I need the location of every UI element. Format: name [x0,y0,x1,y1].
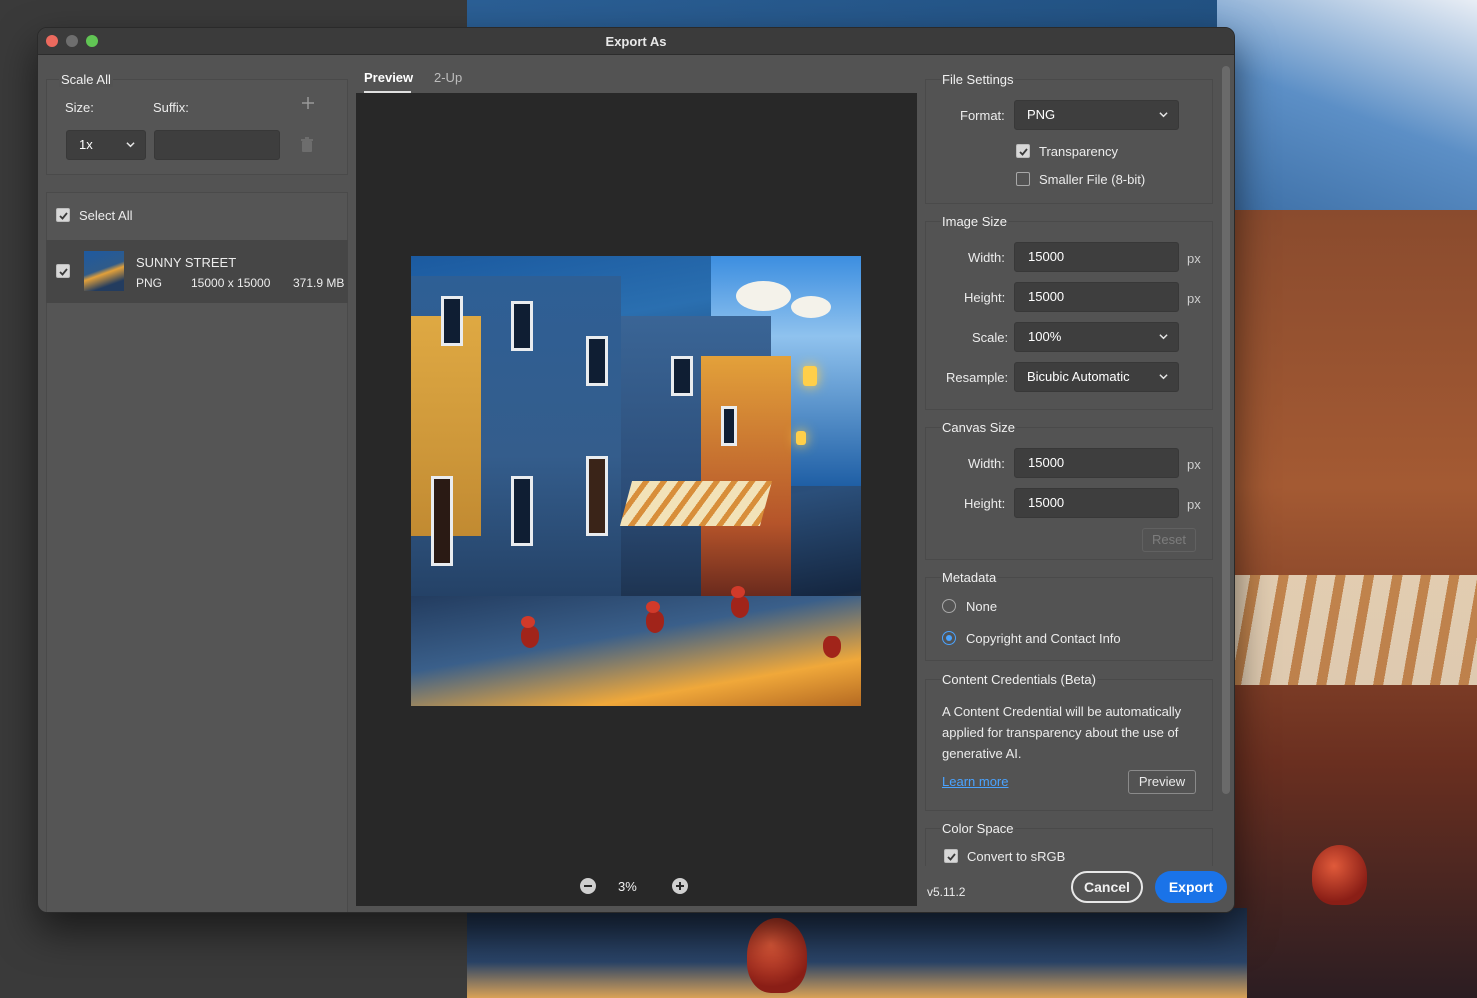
asset-dimensions: 15000 x 15000 [191,276,271,290]
reset-button[interactable]: Reset [1142,528,1196,552]
color-space-title: Color Space [941,821,1015,836]
cancel-button[interactable]: Cancel [1071,871,1143,903]
asset-name: SUNNY STREET [136,255,237,270]
add-scale-icon[interactable] [301,96,315,110]
settings-scrollbar[interactable] [1222,66,1230,794]
checkmark-icon [59,212,68,220]
zoom-in-icon[interactable] [672,878,688,894]
image-width-input[interactable]: 15000 [1014,242,1179,272]
suffix-label: Suffix: [153,100,189,115]
canvas-width-label: Width: [968,456,1005,471]
format-dropdown[interactable]: PNG [1014,100,1179,130]
export-button[interactable]: Export [1155,871,1227,903]
image-width-unit: px [1187,251,1201,266]
image-height-label: Height: [964,290,1006,305]
select-all-checkbox[interactable] [56,208,70,222]
chevron-down-icon [126,142,135,148]
resample-dropdown[interactable]: Bicubic Automatic [1014,362,1179,392]
image-size-title: Image Size [941,214,1009,229]
scale-all-label: Scale All [59,72,113,87]
convert-srgb-checkbox[interactable] [944,849,958,863]
tab-2up[interactable]: 2-Up [434,70,462,85]
zoom-level: 3% [618,879,637,894]
asset-format: PNG [136,276,163,290]
canvas-height-unit: px [1187,497,1201,512]
checkmark-icon [59,268,68,276]
select-all-label: Select All [79,208,133,223]
checkmark-icon [1019,148,1028,156]
scale-dropdown[interactable]: 100% [1014,322,1179,352]
dialog-title: Export As [605,34,667,49]
title-bar: Export As [38,28,1234,55]
format-value: PNG [1027,107,1056,122]
resample-label: Resample: [946,370,1009,385]
chevron-down-icon [1159,374,1168,380]
format-label: Format: [960,108,1005,123]
tab-preview[interactable]: Preview [364,70,413,85]
size-label: Size: [65,100,94,115]
zoom-controls: 3% [356,876,917,896]
smaller-file-label: Smaller File (8-bit) [1039,172,1146,187]
metadata-section [925,577,1213,661]
zoom-out-icon[interactable] [580,878,596,894]
content-credentials-title: Content Credentials (Beta) [941,672,1097,687]
preview-canvas: 3% [356,93,917,906]
credentials-preview-button[interactable]: Preview [1128,770,1196,794]
canvas-height-input[interactable]: 15000 [1014,488,1179,518]
bg-street [467,908,1247,998]
suffix-input[interactable] [154,130,280,160]
image-height-input[interactable]: 15000 [1014,282,1179,312]
export-dialog: Export As Scale All Size: Suffix: 1x Sel… [37,27,1235,913]
canvas-width-unit: px [1187,457,1201,472]
metadata-copyright-label: Copyright and Contact Info [966,631,1121,646]
bg-vase [1312,845,1367,905]
image-width-label: Width: [968,250,1005,265]
scale-all-group [46,79,348,175]
learn-more-link[interactable]: Learn more [942,774,1008,789]
asset-thumbnail [84,251,124,291]
chevron-down-icon [1159,112,1168,118]
file-settings-title: File Settings [941,72,1015,87]
scale-value: 100% [1028,329,1062,344]
canvas-size-title: Canvas Size [941,420,1016,435]
convert-srgb-label: Convert to sRGB [967,849,1066,864]
resample-value: Bicubic Automatic [1027,369,1130,384]
image-height-unit: px [1187,291,1201,306]
scale-label: Scale: [972,330,1009,345]
smaller-file-checkbox[interactable] [1016,172,1030,186]
metadata-none-radio[interactable] [942,599,956,613]
bg-awning [1232,575,1477,685]
trash-icon[interactable] [300,137,314,153]
asset-row[interactable]: SUNNY STREET PNG 15000 x 15000 371.9 MB [46,240,348,303]
metadata-none-label: None [966,599,998,614]
transparency-checkbox[interactable] [1016,144,1030,158]
asset-file-size: 371.9 MB [293,276,345,290]
metadata-copyright-radio[interactable] [942,631,956,645]
bg-vase [747,918,807,993]
checkmark-icon [947,853,956,861]
size-dropdown[interactable]: 1x [66,130,146,160]
canvas-height-label: Height: [964,496,1006,511]
canvas-width-input[interactable]: 15000 [1014,448,1179,478]
content-credentials-description: A Content Credential will be automatical… [942,704,1182,761]
metadata-title: Metadata [941,570,998,585]
version-label: v5.11.2 [927,885,966,899]
asset-checkbox[interactable] [56,264,70,278]
size-value: 1x [79,137,93,152]
chevron-down-icon [1159,334,1168,340]
preview-image [411,256,861,706]
transparency-label: Transparency [1039,144,1118,159]
